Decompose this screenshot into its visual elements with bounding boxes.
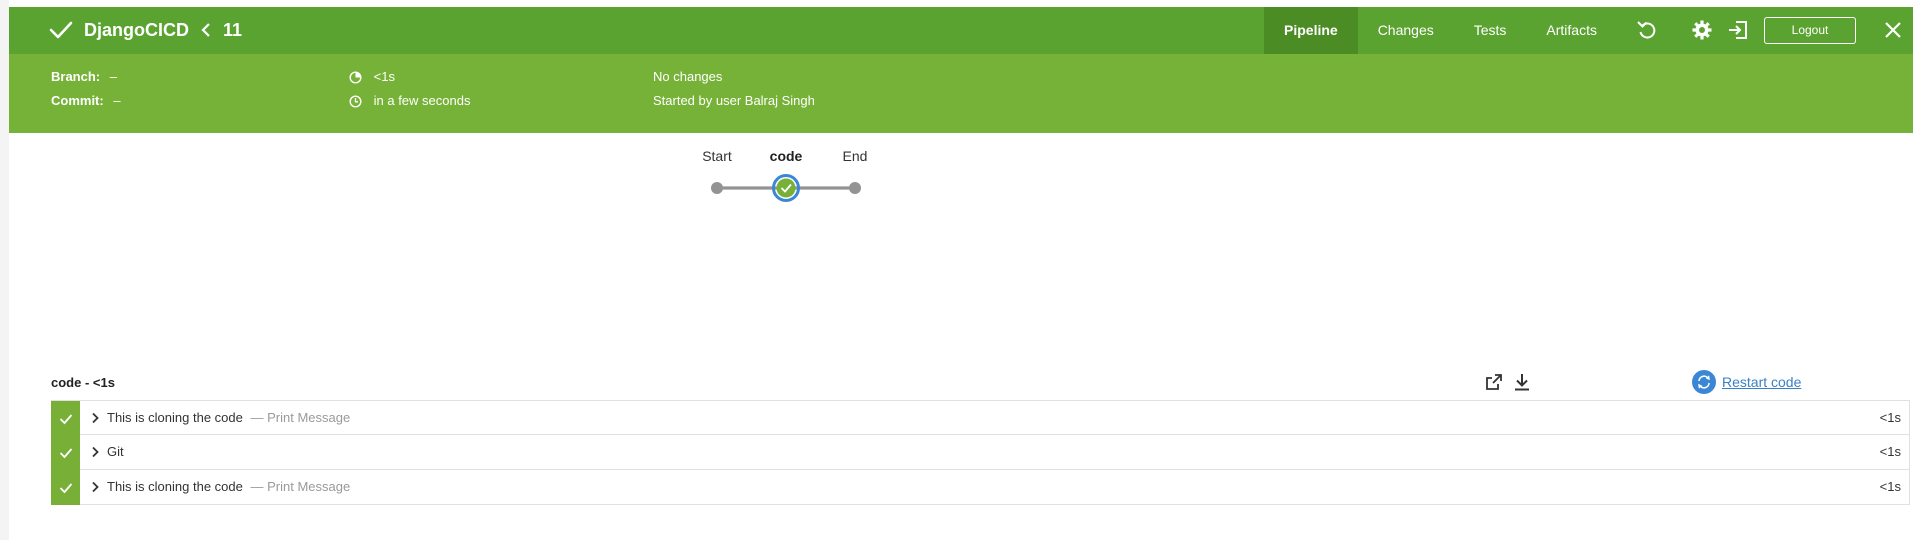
commit-value: – bbox=[113, 93, 121, 108]
started-by-text: Started by user Balraj Singh bbox=[653, 93, 815, 108]
check-icon bbox=[59, 413, 72, 424]
pipeline-name[interactable]: DjangoCICD bbox=[84, 20, 189, 40]
tab-artifacts[interactable]: Artifacts bbox=[1526, 7, 1617, 54]
step-duration: <1s bbox=[1879, 410, 1901, 425]
time-value: in a few seconds bbox=[373, 93, 471, 108]
open-external-icon[interactable] bbox=[1484, 372, 1504, 392]
step-subtitle: — Print Message bbox=[250, 479, 351, 494]
branch-label: Branch: bbox=[51, 69, 101, 84]
step-name: Git bbox=[107, 444, 124, 459]
chevron-right-icon[interactable] bbox=[89, 446, 101, 458]
step-list: This is cloning the code — Print Message… bbox=[51, 400, 1910, 505]
step-subtitle: — Print Message bbox=[250, 410, 351, 425]
code-stage-node[interactable] bbox=[772, 174, 800, 202]
step-text: This is cloning the code — Print Message bbox=[107, 410, 350, 425]
step-text: This is cloning the code — Print Message bbox=[107, 479, 350, 494]
chevron-left-icon bbox=[201, 23, 210, 37]
tab-pipeline[interactable]: Pipeline bbox=[1264, 7, 1358, 54]
branch-row: Branch: – bbox=[51, 68, 117, 86]
step-text: Git bbox=[107, 444, 128, 459]
run-info-bar: Branch: – Commit: – <1s in a few seconds… bbox=[9, 54, 1913, 133]
duration-row: <1s bbox=[349, 68, 395, 86]
time-row: in a few seconds bbox=[349, 92, 470, 110]
run-header-bar: DjangoCICD 11 Pipeline Changes Tests Art… bbox=[9, 7, 1913, 54]
check-icon bbox=[59, 482, 72, 493]
step-duration: <1s bbox=[1879, 479, 1901, 494]
step-status-success bbox=[51, 435, 80, 470]
header-tabs: Pipeline Changes Tests Artifacts bbox=[1264, 7, 1617, 54]
run-details-modal: DjangoCICD 11 Pipeline Changes Tests Art… bbox=[9, 7, 1913, 540]
start-node bbox=[711, 182, 723, 194]
branch-value: – bbox=[109, 69, 117, 84]
replay-icon[interactable] bbox=[1636, 19, 1658, 41]
restart-stage-button[interactable]: Restart code bbox=[1692, 370, 1801, 394]
pipeline-graph-svg bbox=[711, 174, 861, 202]
run-number: 11 bbox=[223, 20, 243, 40]
restart-icon bbox=[1692, 370, 1716, 394]
changes-text: No changes bbox=[653, 69, 723, 84]
step-row[interactable]: Git <1s bbox=[51, 435, 1910, 470]
stage-steps-title: code - <1s bbox=[51, 375, 115, 390]
step-name: This is cloning the code bbox=[107, 410, 243, 425]
exit-icon[interactable] bbox=[1727, 19, 1749, 41]
logout-button[interactable]: Logout bbox=[1764, 17, 1856, 44]
step-status-success bbox=[51, 401, 80, 436]
checkmark-icon bbox=[49, 21, 73, 39]
chevron-right-icon[interactable] bbox=[89, 481, 101, 493]
duration-value: <1s bbox=[373, 69, 395, 84]
step-row[interactable]: This is cloning the code — Print Message… bbox=[51, 470, 1910, 505]
run-title[interactable]: DjangoCICD 11 bbox=[84, 19, 242, 41]
check-icon bbox=[59, 447, 72, 458]
step-status-success bbox=[51, 470, 80, 505]
commit-row: Commit: – bbox=[51, 92, 121, 110]
chevron-right-icon[interactable] bbox=[89, 412, 101, 424]
close-icon[interactable] bbox=[1882, 19, 1904, 41]
step-duration: <1s bbox=[1879, 444, 1901, 459]
download-icon[interactable] bbox=[1512, 372, 1532, 392]
pipeline-graph: Start code End bbox=[9, 133, 1913, 373]
clock-icon bbox=[349, 95, 362, 108]
tab-changes[interactable]: Changes bbox=[1358, 7, 1454, 54]
left-edge-strip bbox=[0, 0, 9, 540]
stopwatch-icon bbox=[349, 71, 362, 84]
step-name: This is cloning the code bbox=[107, 479, 243, 494]
gear-icon[interactable] bbox=[1691, 19, 1713, 41]
tab-tests[interactable]: Tests bbox=[1454, 7, 1527, 54]
end-node bbox=[849, 182, 861, 194]
step-row[interactable]: This is cloning the code — Print Message… bbox=[51, 400, 1910, 436]
commit-label: Commit: bbox=[51, 93, 104, 108]
restart-label[interactable]: Restart code bbox=[1722, 374, 1801, 390]
